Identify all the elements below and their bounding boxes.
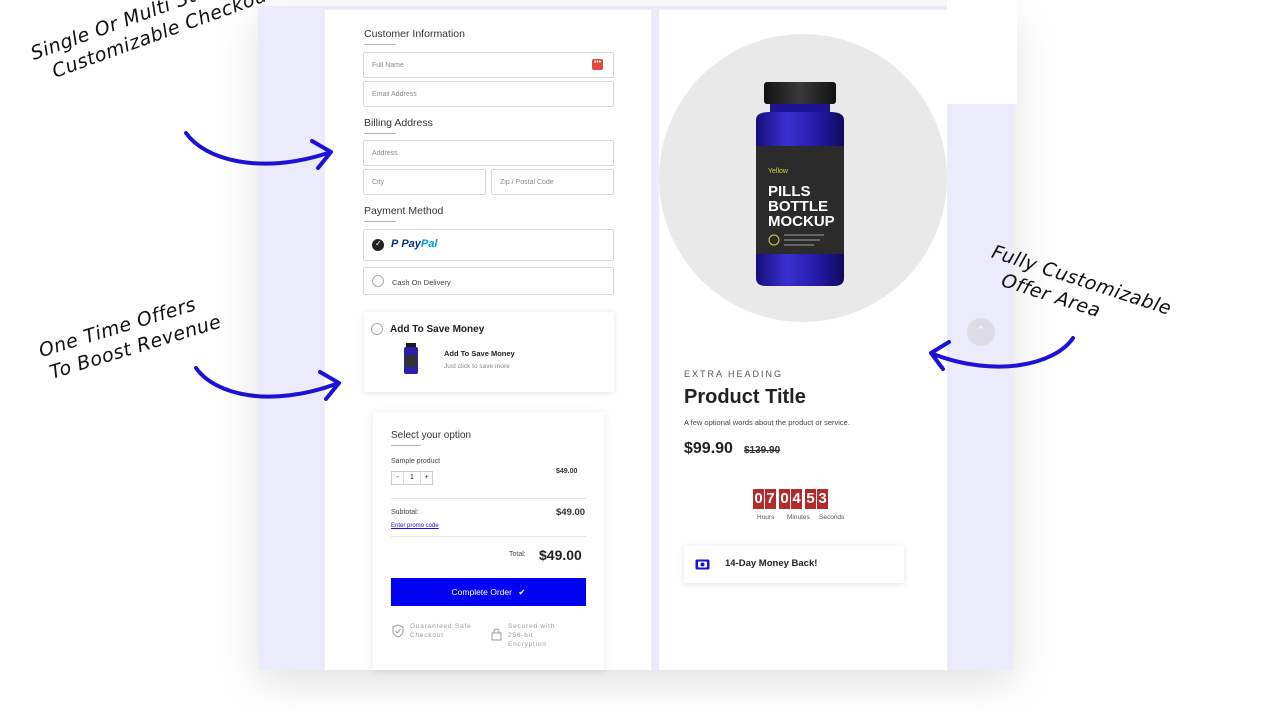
quantity-stepper[interactable]: - 1 + [391, 471, 433, 485]
minutes-digit-2: 4 [791, 489, 802, 509]
address-input[interactable] [364, 141, 613, 165]
customer-info-title: Customer Information [364, 28, 465, 40]
promo-code-link[interactable]: Enter promo code [391, 523, 439, 529]
arrow-offer-area [929, 336, 1075, 371]
complete-order-label: Complete Order [451, 587, 512, 597]
checkmark-icon: ✔ [518, 587, 526, 597]
select-option-title: Select your option [391, 430, 472, 441]
guaranteed-checkout-text: Guaranteed Safe Checkout [410, 623, 472, 639]
paypal-logo: P PayPal [391, 238, 437, 250]
shield-icon [392, 624, 404, 638]
seconds-digit-2: 3 [817, 489, 828, 509]
seconds-digit-1: 5 [805, 489, 816, 509]
billing-address-title: Billing Address [364, 117, 433, 129]
paypal-radio[interactable] [372, 239, 384, 251]
payment-method-title: Payment Method [364, 205, 444, 217]
qty-minus-button[interactable]: - [392, 472, 404, 484]
city-field[interactable] [363, 169, 486, 195]
payment-option-cod[interactable]: Cash On Delivery [363, 267, 614, 295]
money-icon [695, 559, 710, 570]
divider [391, 498, 586, 499]
bottle-line-3: MOCKUP [768, 213, 835, 230]
offer-item-subtitle: Just click to save more [444, 363, 510, 370]
hours-label: Hours [757, 514, 775, 521]
bottle-brand: Yellow [768, 168, 789, 175]
total-value: $49.00 [539, 547, 582, 563]
paypal-word-light: Pal [420, 238, 438, 250]
complete-order-button[interactable]: Complete Order ✔ [391, 578, 586, 606]
secured-encryption-text: Secured with 256-bit Encryption [508, 623, 556, 648]
cod-radio[interactable] [372, 275, 384, 287]
email-field[interactable] [363, 81, 614, 107]
select-option-underline [391, 445, 421, 446]
money-back-badge: 14-Day Money Back! [684, 546, 904, 583]
email-input[interactable] [364, 82, 613, 106]
billing-address-underline [364, 133, 396, 134]
countdown-timer: 070453 [753, 489, 829, 509]
product-price: $99.90 [684, 440, 733, 457]
divider [391, 536, 586, 537]
qty-plus-button[interactable]: + [420, 472, 432, 484]
frame-top-edge [947, 104, 1014, 120]
subtotal-label: Subtotal: [391, 509, 419, 516]
seconds-label: Seconds [819, 514, 845, 521]
paypal-p-mark: P [391, 238, 399, 250]
autofill-icon[interactable]: ••• [592, 59, 603, 70]
extra-heading: EXTRA HEADING [684, 369, 784, 379]
minutes-label: Minutes [787, 514, 810, 521]
payment-method-underline [364, 221, 396, 222]
full-name-input[interactable] [364, 53, 613, 77]
payment-option-paypal[interactable]: PPayPal [363, 229, 614, 261]
offer-radio[interactable] [371, 323, 383, 335]
qty-value[interactable]: 1 [404, 472, 420, 484]
zip-field[interactable] [491, 169, 614, 195]
arrow-offers [194, 366, 341, 401]
pill-bottle-image: Yellow PILLS BOTTLE MOCKUP [756, 82, 844, 286]
offer-product-image [404, 343, 418, 374]
zip-input[interactable] [492, 170, 613, 194]
subtotal-value: $49.00 [556, 507, 586, 518]
city-input[interactable] [364, 170, 485, 194]
product-old-price: $139.90 [744, 445, 781, 456]
product-price: $49.00 [556, 468, 578, 475]
total-label: Total: [509, 551, 526, 558]
paypal-word-dark: Pay [401, 238, 421, 250]
arrow-checkout [184, 131, 333, 170]
minutes-digit-1: 0 [779, 489, 790, 509]
product-name: Sample product [391, 458, 441, 465]
offer-item-title: Add To Save Money [444, 349, 515, 358]
cod-label: Cash On Delivery [392, 278, 451, 287]
product-description: A few optional words about the product o… [684, 418, 850, 427]
money-back-label: 14-Day Money Back! [725, 558, 818, 569]
product-title: Product Title [684, 386, 806, 408]
full-name-field[interactable]: ••• [363, 52, 614, 78]
customer-info-underline [364, 44, 396, 45]
one-time-offer[interactable]: Add To Save Money Add To Save Money Just… [364, 312, 614, 392]
hours-digit-1: 0 [753, 489, 764, 509]
hours-digit-2: 7 [765, 489, 776, 509]
lock-icon [491, 628, 502, 641]
offer-heading: Add To Save Money [390, 324, 485, 335]
address-field[interactable] [363, 140, 614, 166]
